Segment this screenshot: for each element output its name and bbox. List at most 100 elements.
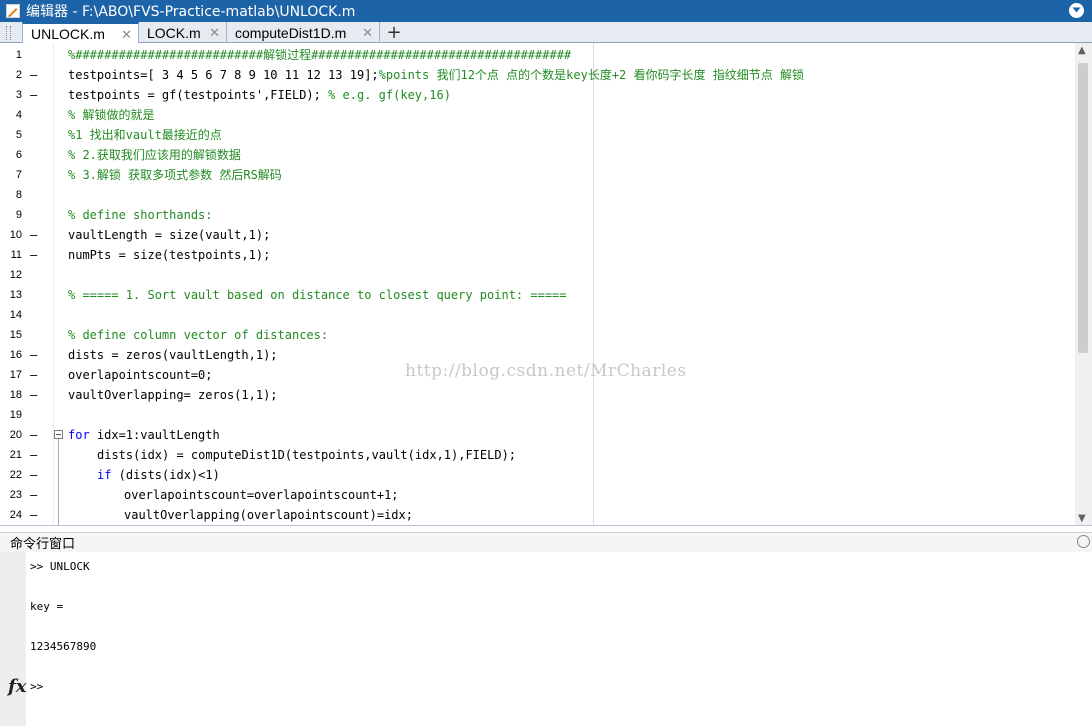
line-number: 24 xyxy=(9,509,22,521)
code-token: dists = zeros(vaultLength,1); xyxy=(68,348,278,362)
command-output-line: key = xyxy=(30,600,64,613)
code-editor[interactable]: 1 %##########################解锁过程########… xyxy=(0,43,1092,526)
line-number: 18 xyxy=(9,389,22,401)
breakpoint-marker[interactable]: — xyxy=(30,245,37,265)
line-number: 2 xyxy=(15,69,22,81)
line-number: 13 xyxy=(9,289,22,301)
code-line[interactable]: 15 % define column vector of distances: xyxy=(0,325,1074,345)
tab-label: computeDist1D.m xyxy=(235,24,347,41)
line-number: 12 xyxy=(9,269,22,281)
line-number: 15 xyxy=(9,329,22,341)
command-window-options-icon[interactable] xyxy=(1077,535,1090,548)
code-text: % 3.解锁 获取多项式参数 然后RS解码 xyxy=(68,165,282,185)
code-line[interactable]: 24 — vaultOverlapping(overlapointscount)=i… xyxy=(0,505,1074,525)
breakpoint-marker[interactable]: — xyxy=(30,505,37,525)
code-line[interactable]: 4 % 解锁做的就是 xyxy=(0,105,1074,125)
code-line[interactable]: 20 — for idx=1:vaultLength xyxy=(0,425,1074,445)
window-options-icon[interactable] xyxy=(1069,3,1084,18)
code-text: testpoints=[ 3 4 5 6 7 8 9 10 11 12 13 1… xyxy=(68,65,804,85)
close-icon[interactable]: ✕ xyxy=(209,25,220,41)
line-number: 6 xyxy=(15,149,22,161)
code-line[interactable]: 21 — dists(idx) = computeDist1D(testpoints… xyxy=(0,445,1074,465)
command-prompt[interactable]: >> xyxy=(30,680,43,693)
code-text: dists(idx) = computeDist1D(testpoints,va… xyxy=(97,445,516,465)
scrollbar-thumb[interactable] xyxy=(1078,63,1088,353)
line-number: 3 xyxy=(15,89,22,101)
code-line[interactable]: 12 xyxy=(0,265,1074,285)
command-window[interactable]: >> UNLOCK key = 1234567890 >> fx xyxy=(0,552,1092,726)
code-line[interactable]: 13 % ===== 1. Sort vault based on distanc… xyxy=(0,285,1074,305)
code-line[interactable]: 18 — vaultOverlapping= zeros(1,1); xyxy=(0,385,1074,405)
code-comment: %points 我们12个点 点的个数是key长度+2 看你码字长度 指纹细节点… xyxy=(378,68,804,82)
code-text: testpoints = gf(testpoints',FIELD); % e.… xyxy=(68,85,451,105)
breakpoint-marker[interactable]: — xyxy=(30,385,37,405)
line-number: 23 xyxy=(9,489,22,501)
code-line[interactable]: 2 — testpoints=[ 3 4 5 6 7 8 9 10 11 12 13… xyxy=(0,65,1074,85)
code-token: dists(idx) = computeDist1D(testpoints,va… xyxy=(97,448,517,462)
breakpoint-marker[interactable]: — xyxy=(30,485,37,505)
tab-lock[interactable]: LOCK.m ✕ xyxy=(139,22,227,43)
code-text: % define column vector of distances: xyxy=(68,325,328,345)
code-keyword: for xyxy=(68,428,90,442)
code-line[interactable]: 7 % 3.解锁 获取多项式参数 然后RS解码 xyxy=(0,165,1074,185)
code-text: vaultOverlapping(overlapointscount)=idx; xyxy=(124,505,413,525)
code-token: vaultOverlapping= zeros(1,1); xyxy=(68,388,278,402)
command-window-gutter xyxy=(0,552,26,726)
code-text: % ===== 1. Sort vault based on distance … xyxy=(68,285,567,305)
breakpoint-marker[interactable]: — xyxy=(30,65,37,85)
line-number: 10 xyxy=(9,229,22,241)
code-text: % define shorthands: xyxy=(68,205,213,225)
code-line[interactable]: 14 xyxy=(0,305,1074,325)
tab-unlock[interactable]: UNLOCK.m ✕ xyxy=(22,22,139,43)
command-window-header: 命令行窗口 xyxy=(0,532,1092,552)
code-line[interactable]: 11 — numPts = size(testpoints,1); xyxy=(0,245,1074,265)
tab-strip-grip-icon[interactable] xyxy=(6,26,11,40)
breakpoint-marker[interactable]: — xyxy=(30,465,37,485)
code-text: if (dists(idx)<1) xyxy=(97,465,220,485)
code-text: % 解锁做的就是 xyxy=(68,105,154,125)
line-number: 22 xyxy=(9,469,22,481)
editor-tab-strip: UNLOCK.m ✕ LOCK.m ✕ computeDist1D.m ✕ + xyxy=(0,22,1092,43)
code-comment: % define shorthands: xyxy=(68,208,213,222)
breakpoint-marker[interactable]: — xyxy=(30,85,37,105)
breakpoint-marker[interactable]: — xyxy=(30,225,37,245)
code-line[interactable]: 5 %1 找出和vault最接近的点 xyxy=(0,125,1074,145)
line-number: 17 xyxy=(9,369,22,381)
breakpoint-marker[interactable]: — xyxy=(30,365,37,385)
scroll-up-icon[interactable]: ▲ xyxy=(1078,45,1086,56)
editor-app-icon xyxy=(6,4,20,18)
code-text: vaultLength = size(vault,1); xyxy=(68,225,270,245)
close-icon[interactable]: ✕ xyxy=(121,27,132,43)
line-number: 8 xyxy=(15,189,22,201)
code-line[interactable]: 6 % 2.获取我们应该用的解锁数据 xyxy=(0,145,1074,165)
code-line[interactable]: 8 xyxy=(0,185,1074,205)
code-text: dists = zeros(vaultLength,1); xyxy=(68,345,278,365)
code-line[interactable]: 9 % define shorthands: xyxy=(0,205,1074,225)
code-text: % 2.获取我们应该用的解锁数据 xyxy=(68,145,241,165)
code-token: testpoints=[ 3 4 5 6 7 8 9 10 11 12 13 1… xyxy=(68,68,379,82)
code-line[interactable]: 22 — if (dists(idx)<1) xyxy=(0,465,1074,485)
close-icon[interactable]: ✕ xyxy=(362,25,373,41)
add-tab-button[interactable]: + xyxy=(380,22,408,43)
code-comment: % 解锁做的就是 xyxy=(68,108,155,122)
scroll-down-icon[interactable]: ▼ xyxy=(1078,513,1086,524)
breakpoint-marker[interactable]: — xyxy=(30,425,37,445)
line-number: 16 xyxy=(9,349,22,361)
fx-function-browser-icon[interactable]: fx xyxy=(8,676,26,697)
code-line[interactable]: 23 — overlapointscount=overlapointscount+1… xyxy=(0,485,1074,505)
tab-computedist1d[interactable]: computeDist1D.m ✕ xyxy=(227,22,380,43)
editor-vertical-scrollbar[interactable]: ▲ ▼ xyxy=(1075,43,1092,525)
line-number: 5 xyxy=(15,129,22,141)
code-line[interactable]: 3 — testpoints = gf(testpoints',FIELD); % … xyxy=(0,85,1074,105)
code-token: testpoints = gf(testpoints',FIELD); xyxy=(68,88,329,102)
line-number: 4 xyxy=(15,109,22,121)
code-comment: % 3.解锁 获取多项式参数 然后RS解码 xyxy=(68,168,282,182)
fold-collapse-icon[interactable] xyxy=(54,430,63,439)
breakpoint-marker[interactable]: — xyxy=(30,345,37,365)
code-line[interactable]: 19 xyxy=(0,405,1074,425)
code-text: overlapointscount=0; xyxy=(68,365,213,385)
line-number: 11 xyxy=(10,249,22,261)
breakpoint-marker[interactable]: — xyxy=(30,445,37,465)
code-line[interactable]: 10 — vaultLength = size(vault,1); xyxy=(0,225,1074,245)
code-line[interactable]: 1 %##########################解锁过程########… xyxy=(0,45,1074,65)
